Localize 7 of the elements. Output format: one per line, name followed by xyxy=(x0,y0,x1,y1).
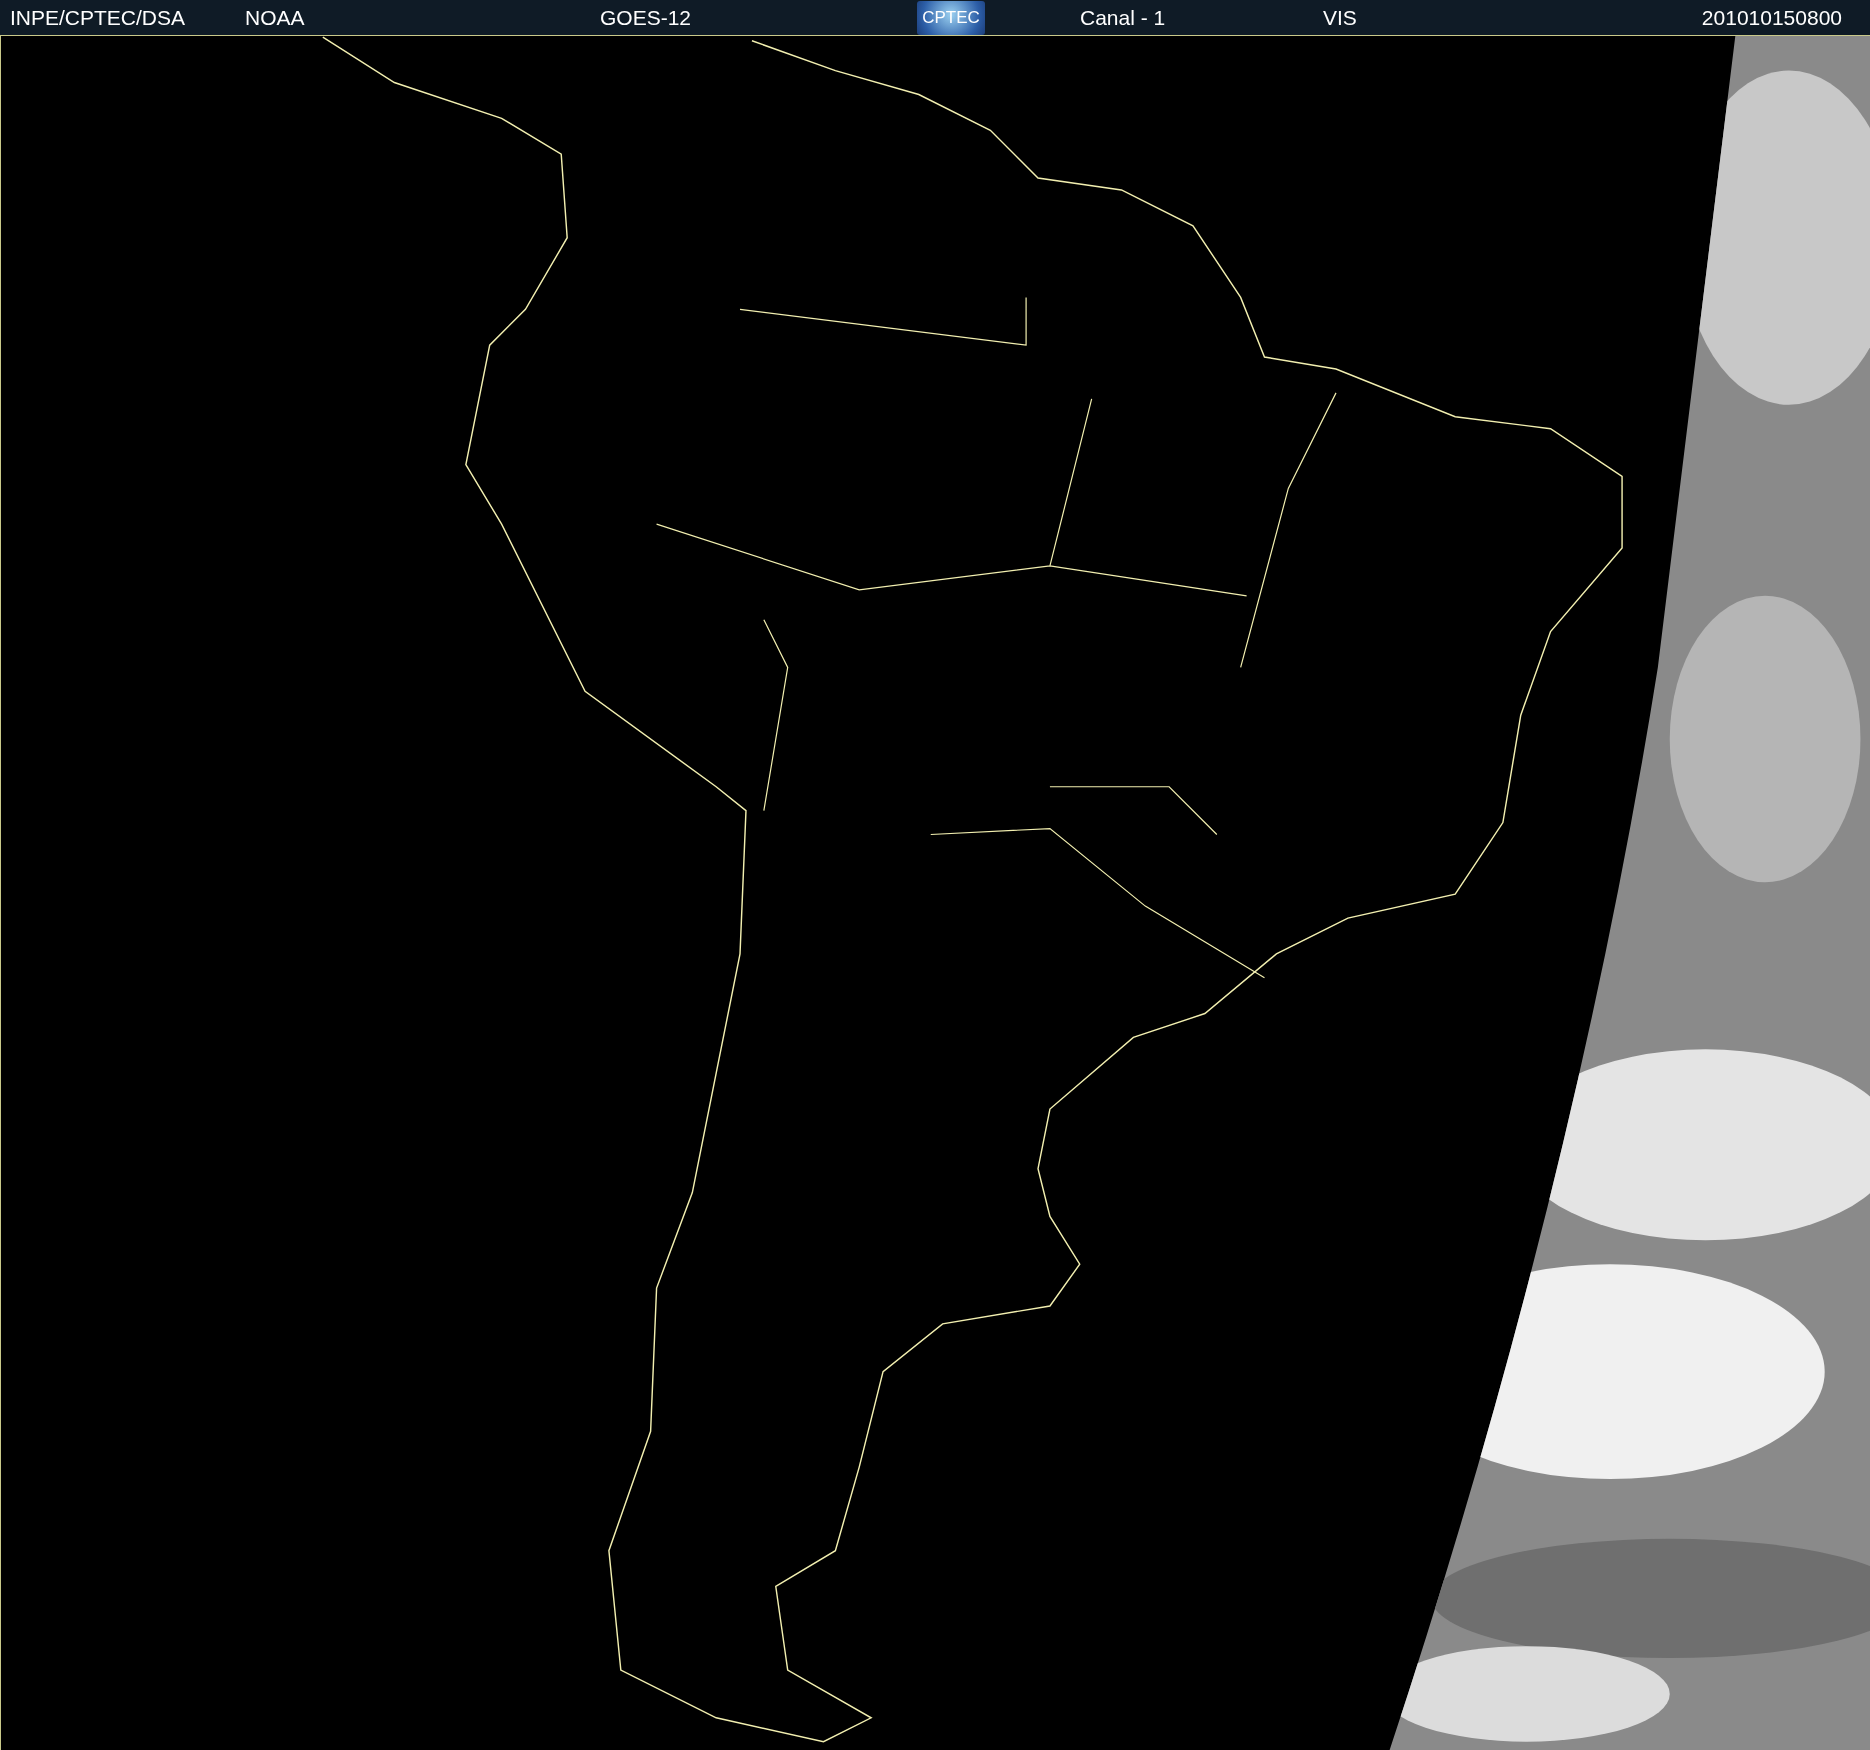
header-label: INPE/CPTEC/DSA xyxy=(10,5,186,30)
header-label: VIS xyxy=(1323,5,1357,30)
header-label: Canal - 1 xyxy=(1080,5,1166,30)
header-label: GOES-12 xyxy=(600,5,692,30)
header-label: NOAA xyxy=(245,5,305,30)
logo: CPTEC xyxy=(917,0,985,35)
header-label: 201010150800 xyxy=(1701,5,1842,30)
